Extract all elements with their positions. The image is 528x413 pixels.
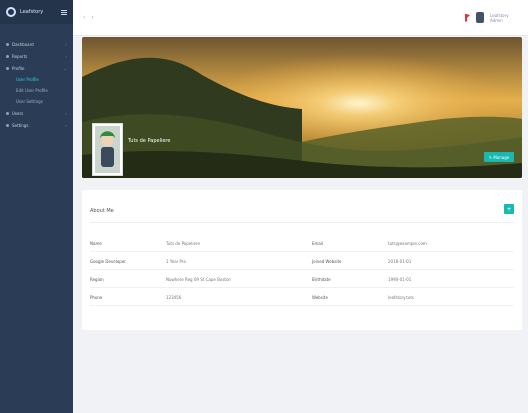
flag-icon[interactable] [465, 13, 470, 22]
profile-icon [6, 66, 9, 70]
field-value: 1990-01-01 [388, 277, 412, 282]
table-row: Google Developer 1 Year Pro Joined Websi… [90, 254, 514, 270]
field-value: Nowhere Reg 09 St Cape Boston [166, 277, 231, 282]
manage-profile-button[interactable]: ✎ Manage [484, 152, 514, 162]
chevron-down-icon: ⌄ [63, 65, 67, 71]
profile-name: Tuts de Papeliere [128, 138, 171, 144]
dashboard-icon [6, 42, 9, 46]
card-title: About Me [90, 208, 114, 214]
about-card: About Me + Name Tuts de Papeliere Email … [82, 190, 522, 330]
cover-image [82, 37, 522, 178]
reports-icon [6, 54, 9, 58]
sidebar-subitem-user-profile[interactable]: User Profile [0, 74, 73, 85]
users-icon [6, 111, 9, 115]
sidebar-section-label [0, 24, 73, 38]
topbar: ‹ › Leafstory Admin [73, 0, 528, 36]
sidebar-item-label: Reports [12, 53, 28, 59]
field-label: Email [312, 241, 324, 246]
field-value: 1 Year Pro [166, 259, 186, 264]
sidebar-item-settings[interactable]: Settings › [0, 119, 73, 131]
sidebar-item-label: Settings [12, 122, 29, 128]
field-value: leafstory.tuts [388, 295, 414, 300]
forward-icon[interactable]: › [91, 14, 93, 21]
sidebar: Leafstory Dashboard › Reports › Profile … [0, 0, 73, 413]
settings-icon [6, 123, 9, 127]
field-label: Birthdate [312, 277, 331, 282]
add-button[interactable]: + [504, 204, 514, 214]
field-label: Website [312, 295, 328, 300]
back-icon[interactable]: ‹ [83, 14, 85, 21]
username[interactable]: Leafstory Admin [490, 13, 518, 23]
field-label: Name [90, 241, 102, 246]
table-row: Region Nowhere Reg 09 St Cape Boston Bir… [90, 272, 514, 288]
sidebar-item-label: Users [12, 110, 24, 116]
field-label: Joined Website [312, 259, 342, 264]
field-label: Region [90, 277, 104, 282]
menu-toggle-icon[interactable] [61, 9, 67, 15]
brand: Leafstory [0, 0, 73, 24]
field-label: Phone [90, 295, 103, 300]
field-label: Google Developer [90, 259, 126, 264]
sidebar-item-profile[interactable]: Profile ⌄ [0, 62, 73, 74]
avatar[interactable] [476, 12, 484, 23]
logo-icon [6, 7, 16, 17]
chevron-right-icon: › [65, 41, 67, 47]
chevron-right-icon: › [65, 122, 67, 128]
sidebar-item-dashboard[interactable]: Dashboard › [0, 38, 73, 50]
profile-cover [82, 37, 522, 178]
sidebar-subitem-settings[interactable]: User Settings [0, 96, 73, 107]
sidebar-item-reports[interactable]: Reports › [0, 50, 73, 62]
sidebar-item-users[interactable]: Users › [0, 107, 73, 119]
chevron-right-icon: › [65, 110, 67, 116]
sidebar-item-label: Dashboard [12, 41, 34, 47]
chevron-right-icon: › [65, 53, 67, 59]
field-value: Tuts de Papeliere [166, 241, 200, 246]
sidebar-item-label: Profile [12, 65, 25, 71]
field-value: 123456 [166, 295, 182, 300]
field-value: 2018-01-01 [388, 259, 412, 264]
brand-name: Leafstory [20, 9, 44, 15]
table-row: Phone 123456 Website leafstory.tuts [90, 290, 514, 306]
table-row: Name Tuts de Papeliere Email tuts@exampl… [90, 236, 514, 252]
field-value: tuts@example.com [388, 241, 427, 246]
sidebar-subitem-edit-profile[interactable]: Edit User Profile [0, 85, 73, 96]
profile-photo[interactable] [92, 123, 123, 176]
